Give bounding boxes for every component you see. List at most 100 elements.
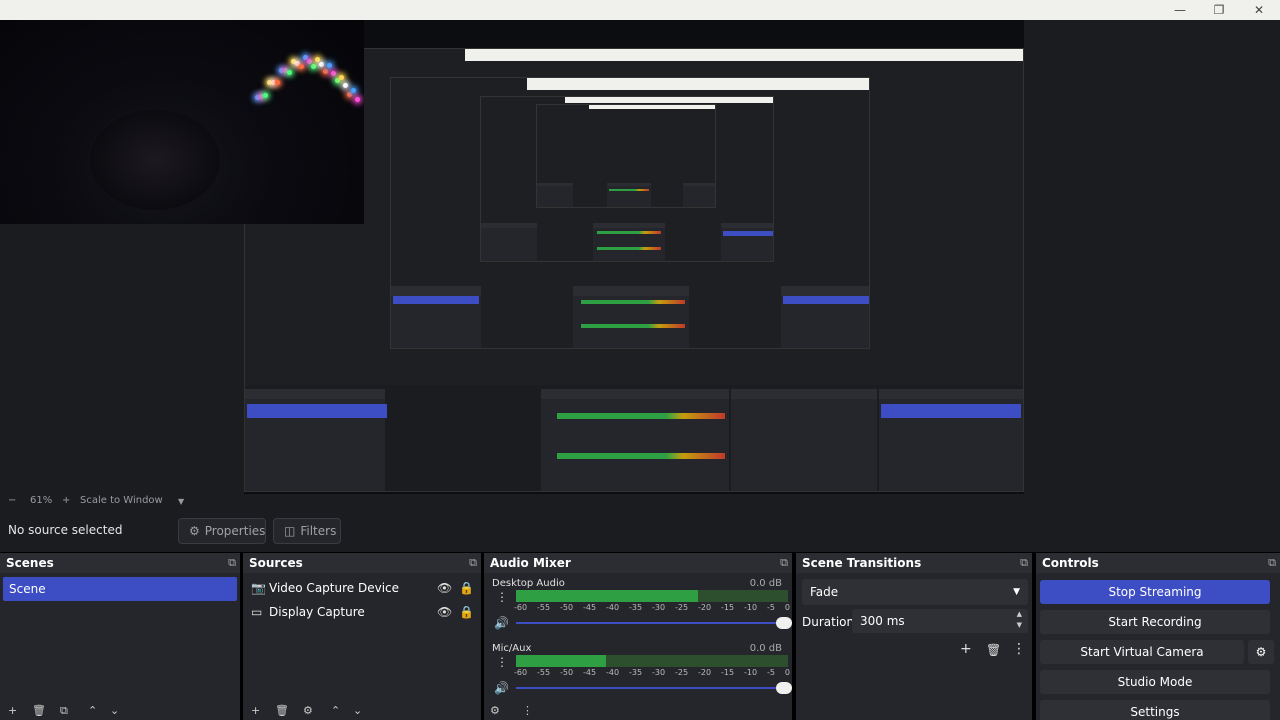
- studio-mode-button[interactable]: Studio Mode: [1040, 670, 1270, 694]
- meter-tick-label: -5: [767, 668, 775, 677]
- transition-menu-icon[interactable]: ⋮: [1012, 641, 1026, 657]
- undock-icon[interactable]: ⧉: [1268, 553, 1276, 573]
- preview-canvas[interactable]: [0, 20, 1280, 494]
- fairy-light: [327, 63, 332, 69]
- webcam-feed: [0, 20, 364, 224]
- undock-icon[interactable]: ⧉: [780, 553, 788, 573]
- meter-tick-label: -35: [629, 603, 643, 612]
- scene-transitions-title: Scene Transitions ⧉: [796, 553, 1032, 573]
- meter-tick-label: -10: [744, 603, 758, 612]
- add-source-icon[interactable]: +: [251, 704, 260, 717]
- slider-knob[interactable]: [776, 617, 792, 629]
- gear-icon: ⚙: [189, 524, 200, 538]
- meter-tick-label: -20: [698, 668, 712, 677]
- advanced-audio-icon[interactable]: ⚙: [490, 704, 500, 717]
- source-toolbar: No source selected ⚙ Properties ◫ Filters: [0, 510, 1280, 552]
- channel-menu-icon[interactable]: ⋮: [496, 590, 508, 604]
- scene-filters-icon[interactable]: ⧉: [60, 704, 68, 718]
- zoom-in-button[interactable]: +: [62, 495, 70, 506]
- scene-list-item[interactable]: Scene: [3, 577, 237, 601]
- move-up-icon[interactable]: ⌃: [88, 704, 97, 717]
- settings-button[interactable]: Settings: [1040, 700, 1270, 720]
- remove-scene-icon[interactable]: 🗑: [32, 704, 46, 717]
- sources-footer: + 🗑 ⚙ ⌃ ⌄: [243, 704, 481, 720]
- filters-button[interactable]: ◫ Filters: [273, 518, 341, 544]
- fairy-light: [343, 82, 348, 88]
- fairy-light: [351, 88, 356, 94]
- fairy-light: [311, 63, 316, 69]
- speaker-icon[interactable]: 🔊: [494, 616, 509, 630]
- duration-label: Duration: [802, 615, 855, 629]
- meter-tick-label: -45: [583, 603, 597, 612]
- lock-icon[interactable]: 🔒: [459, 578, 474, 598]
- move-down-icon[interactable]: ⌄: [110, 704, 119, 717]
- visibility-eye-icon[interactable]: 👁: [437, 602, 452, 622]
- controls-dock: Controls ⧉ Stop Streaming Start Recordin…: [1036, 553, 1280, 720]
- duration-input[interactable]: 300 ms ▲ ▼: [852, 609, 1028, 633]
- nested-capture-level-4: [536, 104, 716, 208]
- add-transition-icon[interactable]: +: [960, 641, 972, 657]
- source-item-display-capture[interactable]: ▭ Display Capture 👁 🔒: [251, 602, 481, 622]
- meter-tick-label: -55: [537, 668, 551, 677]
- start-virtual-camera-button[interactable]: Start Virtual Camera: [1040, 640, 1244, 664]
- virtual-camera-settings-button[interactable]: ⚙: [1248, 640, 1274, 664]
- meter-tick-label: -60: [514, 668, 528, 677]
- fairy-light: [315, 56, 320, 62]
- zoom-out-button[interactable]: −: [8, 495, 16, 506]
- fairy-light: [287, 69, 292, 75]
- stop-streaming-button[interactable]: Stop Streaming: [1040, 580, 1270, 604]
- fairy-light: [275, 79, 280, 85]
- zoom-bar: − 61% + Scale to Window ▼: [0, 494, 1280, 510]
- volume-slider[interactable]: [516, 617, 792, 629]
- undock-icon[interactable]: ⧉: [1020, 553, 1028, 573]
- undock-icon[interactable]: ⧉: [228, 553, 236, 573]
- meter-ticks: -60 -55 -50 -45 -40 -35 -30 -25 -20 -15 -10 -5 0: [514, 668, 790, 677]
- filter-icon: ◫: [284, 524, 296, 538]
- add-scene-icon[interactable]: +: [8, 704, 17, 717]
- meter-tick-label: 0: [784, 668, 790, 677]
- scenes-title: Scenes ⧉: [0, 553, 240, 573]
- scenes-dock: Scenes ⧉ Scene + 🗑 ⧉ ⌃ ⌄: [0, 553, 240, 720]
- visibility-eye-icon[interactable]: 👁: [437, 578, 452, 598]
- move-down-icon[interactable]: ⌄: [353, 704, 362, 717]
- undock-icon[interactable]: ⧉: [469, 553, 477, 573]
- source-status: No source selected: [8, 523, 123, 537]
- move-up-icon[interactable]: ⌃: [331, 704, 340, 717]
- scale-mode-select[interactable]: Scale to Window: [80, 495, 163, 506]
- minimize-button[interactable]: —: [1160, 0, 1200, 20]
- channel-menu-icon[interactable]: ⋮: [496, 655, 508, 669]
- remove-source-icon[interactable]: 🗑: [275, 704, 289, 717]
- meter-tick-label: -45: [583, 668, 597, 677]
- spinner-icon[interactable]: ▲ ▼: [1017, 609, 1022, 631]
- maximize-button[interactable]: ❐: [1199, 0, 1239, 20]
- meter-tick-label: -50: [560, 668, 574, 677]
- source-properties-icon[interactable]: ⚙: [303, 704, 313, 717]
- preview-right-margin: [1024, 20, 1280, 494]
- audio-mixer-dock: Audio Mixer ⧉ Desktop Audio 0.0 dB ⋮ -60…: [484, 553, 792, 720]
- mixer-menu-icon[interactable]: ⋮: [522, 704, 533, 717]
- sources-dock: Sources ⧉ 📷 Video Capture Device 👁 🔒 ▭ D…: [243, 553, 481, 720]
- sources-title: Sources ⧉: [243, 553, 481, 573]
- lock-icon[interactable]: 🔒: [459, 602, 474, 622]
- meter-tick-label: -35: [629, 668, 643, 677]
- meter-tick-label: -5: [767, 603, 775, 612]
- fairy-light: [339, 74, 344, 80]
- transition-select[interactable]: Fade ▼: [802, 579, 1028, 605]
- meter-tick-label: -30: [652, 603, 666, 612]
- volume-slider[interactable]: [516, 682, 792, 694]
- gear-icon: ⚙: [1255, 645, 1267, 659]
- speaker-icon[interactable]: 🔊: [494, 681, 509, 695]
- chevron-down-icon[interactable]: ▼: [178, 497, 184, 506]
- meter-tick-label: -25: [675, 668, 689, 677]
- audio-mixer-title: Audio Mixer ⧉: [484, 553, 792, 573]
- start-recording-button[interactable]: Start Recording: [1040, 610, 1270, 634]
- slider-knob[interactable]: [776, 682, 792, 694]
- meter-tick-label: -30: [652, 668, 666, 677]
- properties-button[interactable]: ⚙ Properties: [178, 518, 266, 544]
- trash-icon[interactable]: 🗑: [986, 643, 1001, 657]
- source-item-video-capture[interactable]: 📷 Video Capture Device 👁 🔒: [251, 578, 481, 598]
- meter-tick-label: -15: [721, 668, 735, 677]
- monitor-icon: ▭: [251, 605, 263, 619]
- close-button[interactable]: ✕: [1239, 0, 1279, 20]
- meter-tick-label: -10: [744, 668, 758, 677]
